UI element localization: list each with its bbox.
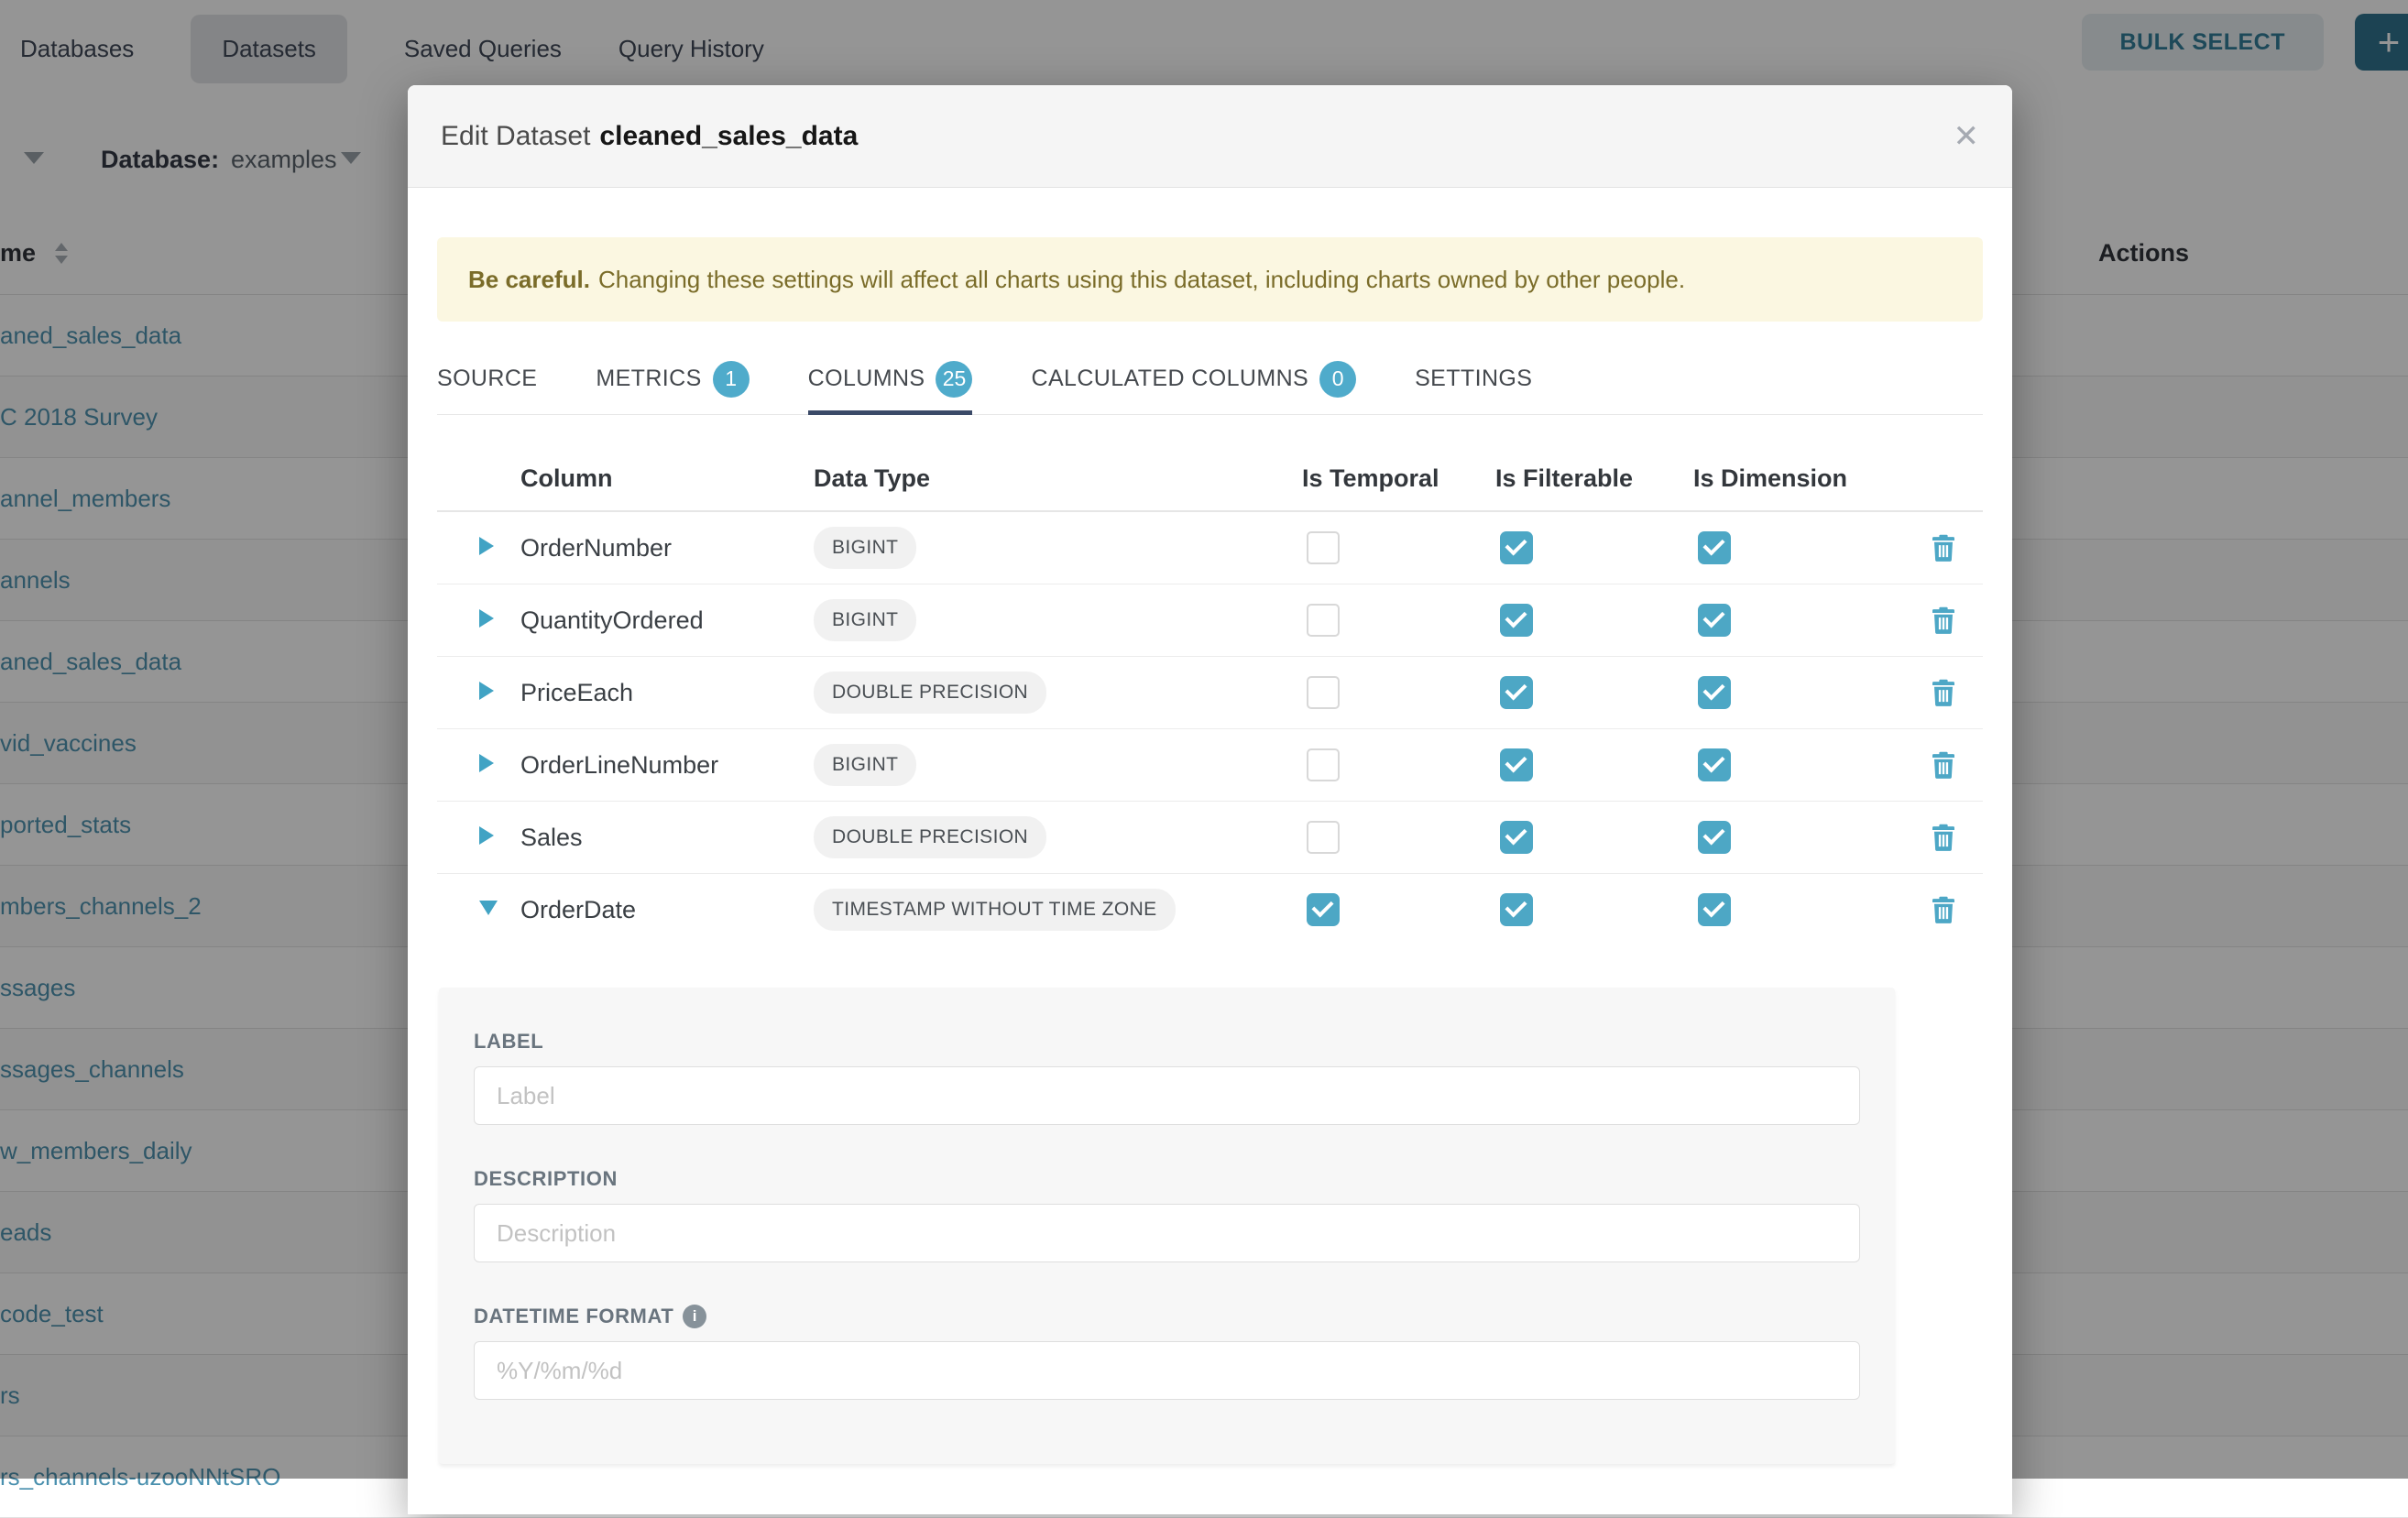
- column-row: PriceEachDOUBLE PRECISION: [437, 657, 1983, 729]
- tab-label: METRICS: [596, 366, 701, 392]
- expand-caret-icon[interactable]: [479, 826, 494, 845]
- column-name: OrderLineNumber: [520, 751, 814, 780]
- tab-label: SETTINGS: [1415, 366, 1532, 392]
- tab-count-badge: 0: [1319, 361, 1356, 398]
- field-datetime-format: DATETIME FORMAT i: [474, 1305, 1860, 1400]
- field-label-datetime-format: DATETIME FORMAT i: [474, 1305, 1860, 1328]
- is-filterable-checkbox[interactable]: [1500, 676, 1533, 709]
- close-icon[interactable]: ✕: [1954, 121, 1980, 152]
- modal-body: Be careful. Changing these settings will…: [408, 188, 2012, 1464]
- is-temporal-checkbox[interactable]: [1307, 676, 1340, 709]
- is-filterable-checkbox[interactable]: [1500, 604, 1533, 637]
- delete-icon[interactable]: [1930, 533, 1957, 563]
- tab-label: COLUMNS: [808, 366, 925, 392]
- is-temporal-checkbox[interactable]: [1307, 821, 1340, 854]
- expand-caret-icon[interactable]: [479, 754, 494, 772]
- is-temporal-checkbox[interactable]: [1307, 604, 1340, 637]
- column-name: PriceEach: [520, 679, 814, 707]
- column-name: Sales: [520, 824, 814, 852]
- field-label: LABEL: [474, 1030, 1860, 1125]
- is-temporal-checkbox[interactable]: [1307, 531, 1340, 564]
- tab-label: SOURCE: [437, 366, 537, 392]
- description-input[interactable]: [474, 1204, 1860, 1262]
- info-icon[interactable]: i: [683, 1305, 706, 1328]
- data-type-pill: TIMESTAMP WITHOUT TIME ZONE: [814, 889, 1176, 931]
- column-header-data-type: Data Type: [814, 464, 1302, 493]
- column-header-is-temporal: Is Temporal: [1302, 464, 1495, 493]
- is-dimension-checkbox[interactable]: [1698, 604, 1731, 637]
- column-row: OrderDateTIMESTAMP WITHOUT TIME ZONE: [437, 874, 1983, 945]
- is-filterable-checkbox[interactable]: [1500, 531, 1533, 564]
- column-row: OrderNumberBIGINT: [437, 512, 1983, 584]
- modal-title-prefix: Edit Dataset: [441, 121, 590, 151]
- field-label-label: LABEL: [474, 1030, 1860, 1054]
- data-type-pill: BIGINT: [814, 599, 916, 641]
- modal-title-dataset-name: cleaned_sales_data: [599, 121, 858, 151]
- column-header-is-filterable: Is Filterable: [1495, 464, 1693, 493]
- column-name: QuantityOrdered: [520, 606, 814, 635]
- modal-title: Edit Dataset cleaned_sales_data: [441, 121, 858, 152]
- collapse-caret-icon[interactable]: [479, 901, 498, 915]
- data-type-pill: DOUBLE PRECISION: [814, 816, 1046, 858]
- delete-icon[interactable]: [1930, 606, 1957, 636]
- expand-caret-icon[interactable]: [479, 537, 494, 555]
- delete-icon[interactable]: [1930, 895, 1957, 925]
- columns-table: ColumnData TypeIs TemporalIs FilterableI…: [437, 446, 1983, 945]
- field-heading: LABEL: [474, 1030, 543, 1054]
- modal-tabs: SOURCE METRICS 1 COLUMNS 25 CALCULATED COLUMN…: [437, 344, 1983, 415]
- data-type-pill: DOUBLE PRECISION: [814, 672, 1046, 714]
- delete-icon[interactable]: [1930, 750, 1957, 781]
- is-dimension-checkbox[interactable]: [1698, 676, 1731, 709]
- is-filterable-checkbox[interactable]: [1500, 893, 1533, 926]
- field-description: DESCRIPTION: [474, 1167, 1860, 1262]
- is-filterable-checkbox[interactable]: [1500, 748, 1533, 781]
- warning-text: Changing these settings will affect all …: [598, 266, 1685, 294]
- data-type-pill: BIGINT: [814, 744, 916, 786]
- expand-caret-icon[interactable]: [479, 609, 494, 628]
- tab-count-badge: 25: [936, 361, 972, 398]
- field-heading: DESCRIPTION: [474, 1167, 618, 1191]
- tab-settings[interactable]: SETTINGS: [1415, 344, 1532, 414]
- tab-columns[interactable]: COLUMNS 25: [808, 344, 973, 414]
- is-filterable-checkbox[interactable]: [1500, 821, 1533, 854]
- column-row: QuantityOrderedBIGINT: [437, 584, 1983, 657]
- delete-icon[interactable]: [1930, 823, 1957, 853]
- tab-metrics[interactable]: METRICS 1: [596, 344, 749, 414]
- tab-source[interactable]: SOURCE: [437, 344, 537, 414]
- column-row: SalesDOUBLE PRECISION: [437, 802, 1983, 874]
- warning-lead: Be careful.: [468, 266, 590, 294]
- columns-table-header: ColumnData TypeIs TemporalIs FilterableI…: [437, 446, 1983, 512]
- is-dimension-checkbox[interactable]: [1698, 893, 1731, 926]
- data-type-pill: BIGINT: [814, 527, 916, 569]
- modal-header: Edit Dataset cleaned_sales_data ✕: [408, 85, 2012, 188]
- column-detail-panel: LABEL DESCRIPTION DATETIME FORMAT i: [439, 988, 1895, 1464]
- column-header-column: Column: [520, 464, 814, 493]
- is-dimension-checkbox[interactable]: [1698, 531, 1731, 564]
- tab-count-badge: 1: [713, 361, 750, 398]
- tab-label: CALCULATED COLUMNS: [1031, 366, 1308, 392]
- field-heading: DATETIME FORMAT: [474, 1305, 673, 1328]
- datetime-format-input[interactable]: [474, 1341, 1860, 1400]
- delete-icon[interactable]: [1930, 678, 1957, 708]
- column-name: OrderDate: [520, 896, 814, 924]
- is-dimension-checkbox[interactable]: [1698, 748, 1731, 781]
- field-label-description: DESCRIPTION: [474, 1167, 1860, 1191]
- is-temporal-checkbox[interactable]: [1307, 748, 1340, 781]
- warning-banner: Be careful. Changing these settings will…: [437, 237, 1983, 322]
- expand-caret-icon[interactable]: [479, 682, 494, 700]
- tab-calculated-columns[interactable]: CALCULATED COLUMNS 0: [1031, 344, 1356, 414]
- is-temporal-checkbox[interactable]: [1307, 893, 1340, 926]
- column-row: OrderLineNumberBIGINT: [437, 729, 1983, 802]
- is-dimension-checkbox[interactable]: [1698, 821, 1731, 854]
- column-name: OrderNumber: [520, 534, 814, 562]
- column-header-is-dimension: Is Dimension: [1693, 464, 1891, 493]
- label-input[interactable]: [474, 1066, 1860, 1125]
- edit-dataset-modal: Edit Dataset cleaned_sales_data ✕ Be care…: [408, 85, 2012, 1514]
